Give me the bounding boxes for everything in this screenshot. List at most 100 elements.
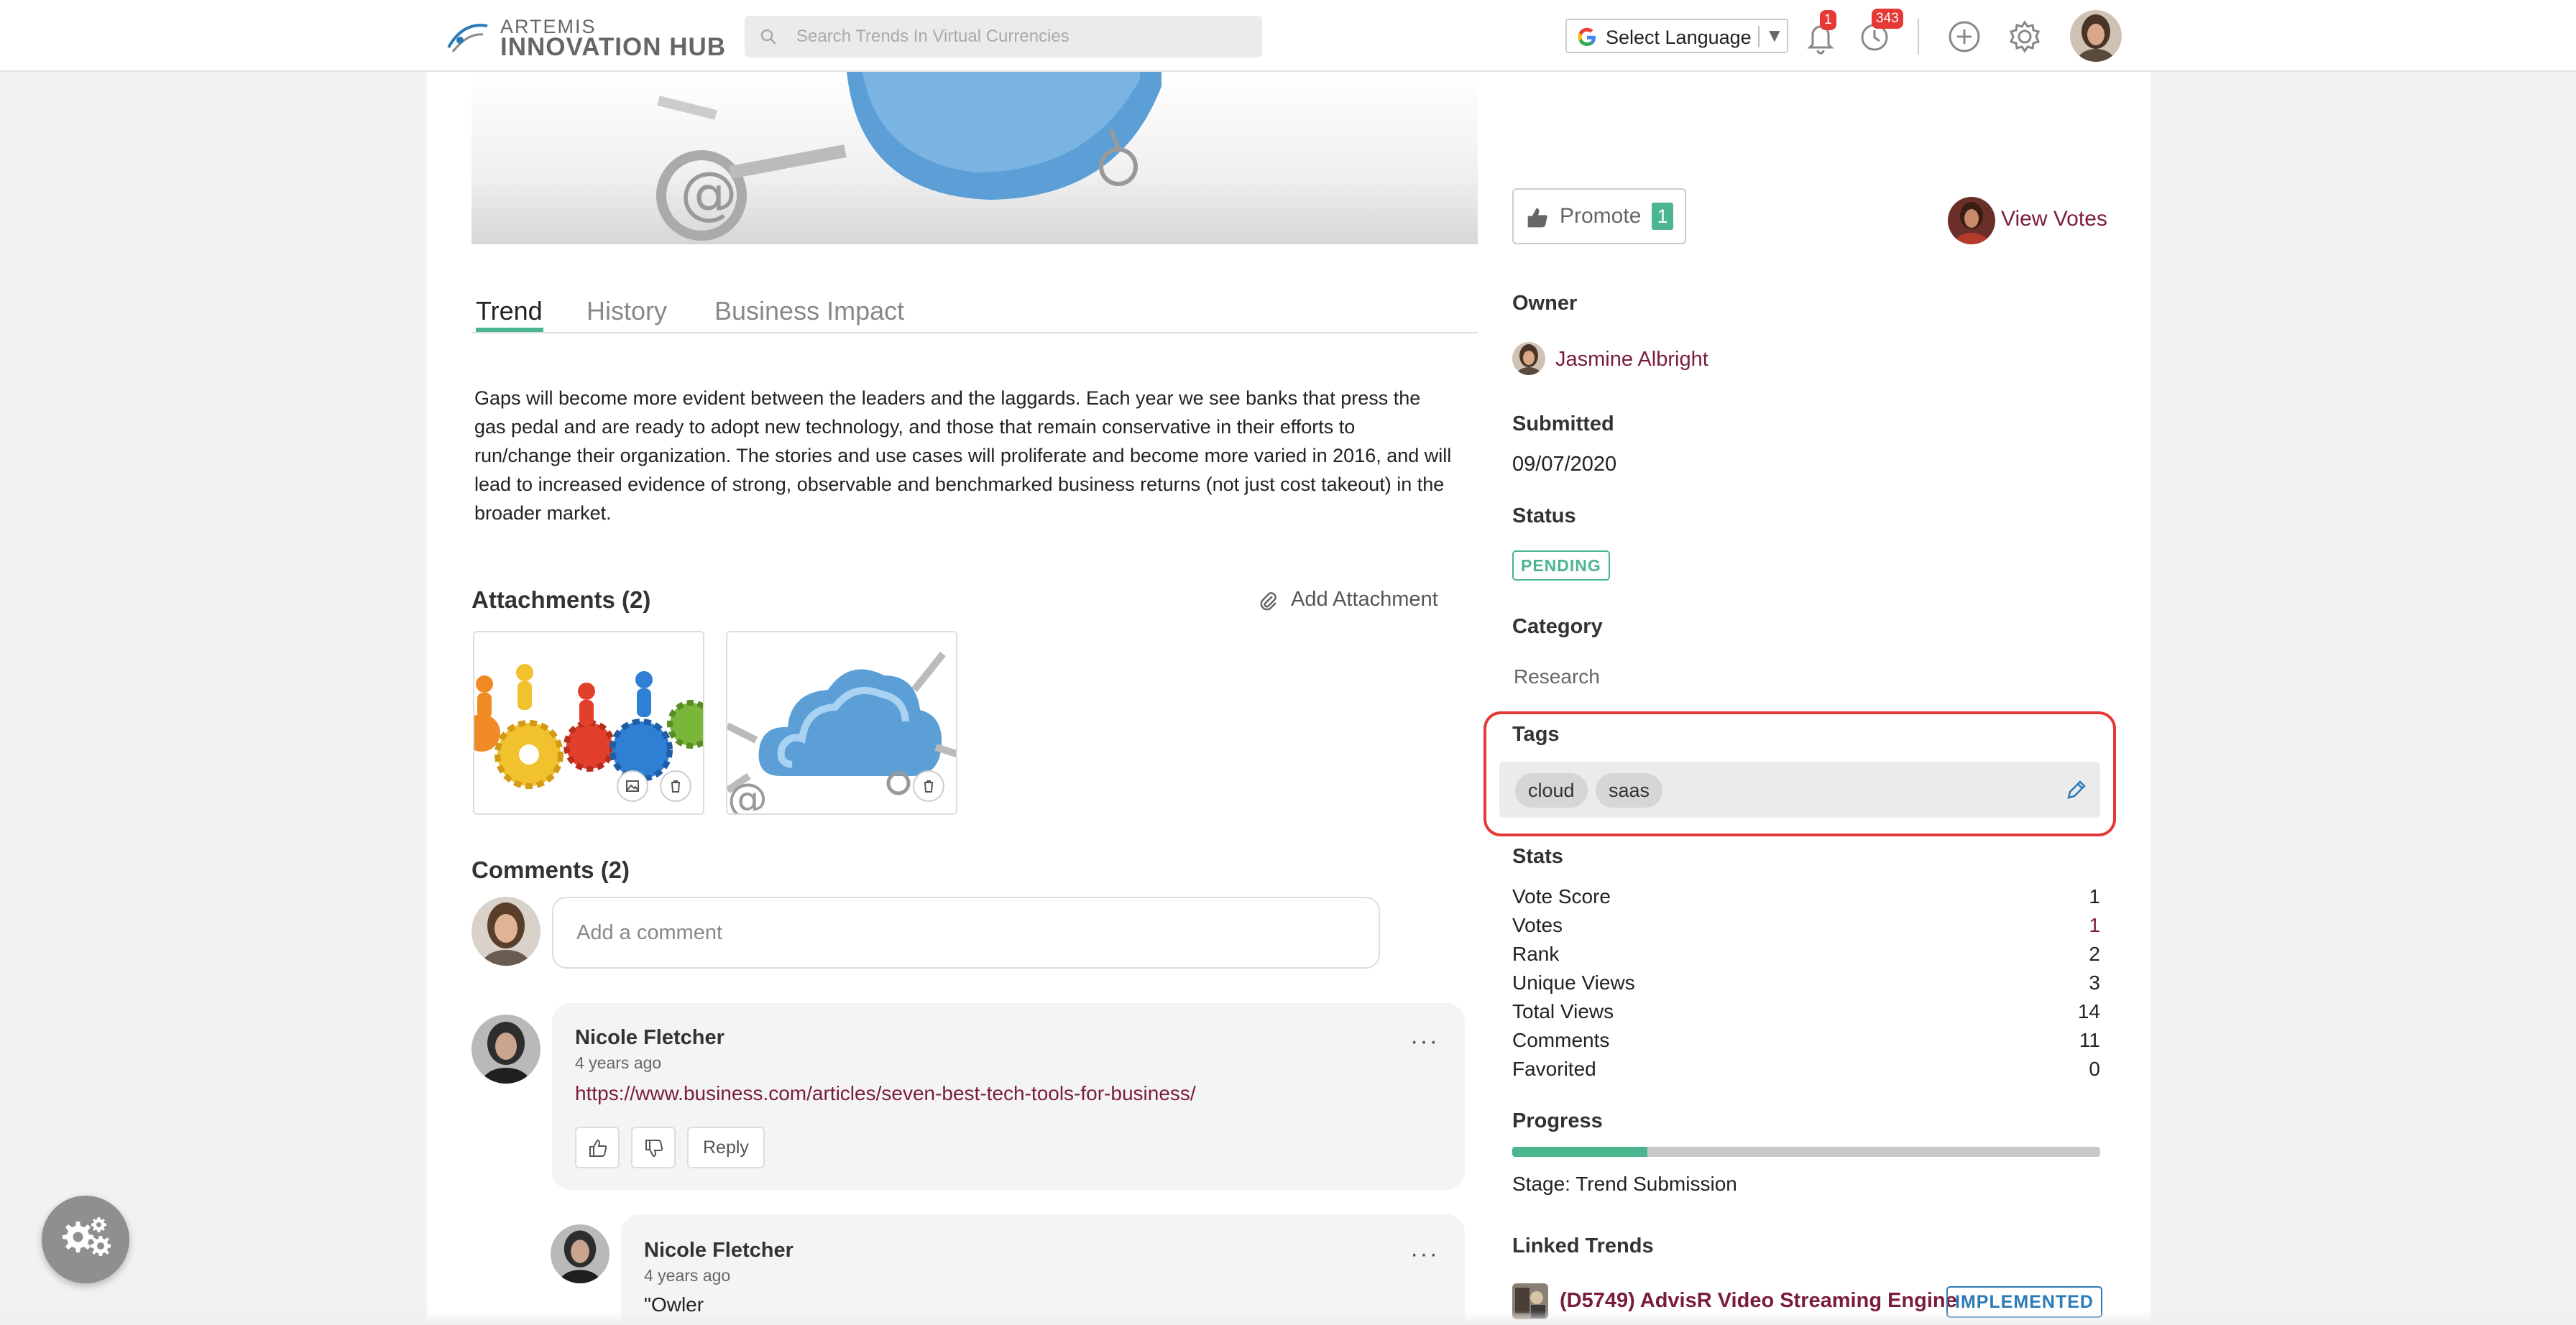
progress-bar: [1512, 1147, 2100, 1157]
tag-chip[interactable]: cloud: [1515, 773, 1588, 808]
paperclip-icon: [1260, 592, 1276, 611]
stats-label: Stats: [1512, 845, 1563, 868]
tab-history[interactable]: History: [586, 296, 667, 326]
comment-author-avatar[interactable]: [472, 1015, 540, 1084]
reply-author-name[interactable]: Nicole Fletcher: [644, 1239, 794, 1262]
comment-reply-button[interactable]: Reply: [687, 1127, 765, 1168]
promote-label: Promote: [1560, 204, 1642, 228]
search-input[interactable]: [796, 16, 1242, 57]
svg-text:@: @: [680, 160, 737, 226]
comment-author-name[interactable]: Nicole Fletcher: [575, 1026, 724, 1050]
top-header: ARTEMIS INNOVATION HUB Select Language ▼…: [0, 0, 2576, 72]
stat-value: 1: [2089, 885, 2100, 908]
comment-more-menu[interactable]: ···: [1410, 1028, 1439, 1056]
tab-business-impact[interactable]: Business Impact: [714, 296, 904, 326]
tags-field[interactable]: cloud saas: [1499, 762, 2100, 818]
linked-trend-link[interactable]: (D5749) AdvisR Video Streaming Engine: [1560, 1289, 1957, 1313]
stat-row-unique-views: Unique Views 3: [1512, 971, 2100, 1000]
thumbs-up-icon: [1527, 208, 1547, 228]
stat-row-vote-score: Vote Score 1: [1512, 885, 2100, 914]
active-tab-indicator: [476, 328, 543, 332]
comment-author-avatar-image: [472, 1015, 540, 1084]
add-button[interactable]: [1946, 19, 1982, 55]
view-votes-link[interactable]: View Votes: [2001, 207, 2107, 231]
plus-circle-icon: [1949, 21, 1980, 52]
owner-avatar: [1512, 342, 1545, 375]
stat-value: 14: [2077, 1000, 2100, 1022]
progress-label: Progress: [1512, 1109, 1603, 1132]
stage-text: Stage: Trend Submission: [1512, 1173, 1737, 1195]
attachments-title: Attachments (2): [472, 586, 651, 613]
promote-button[interactable]: Promote 1: [1512, 188, 1686, 244]
brand-logo[interactable]: ARTEMIS INNOVATION HUB: [446, 13, 725, 61]
artemis-swoosh-icon: [447, 24, 488, 52]
category-label: Category: [1512, 615, 1603, 638]
search-icon: [760, 29, 776, 45]
owner-label: Owner: [1512, 292, 1578, 315]
trash-icon: [924, 780, 933, 793]
linked-trends-label: Linked Trends: [1512, 1234, 1654, 1257]
pencil-icon[interactable]: [2064, 777, 2089, 802]
gear-icon: [2009, 20, 2041, 53]
notifications-button[interactable]: 1: [1804, 10, 1837, 55]
settings-button[interactable]: [2007, 19, 2043, 55]
submitted-label: Submitted: [1512, 412, 1614, 435]
stat-value: 0: [2089, 1058, 2100, 1080]
stat-value: 2: [2089, 943, 2100, 965]
activity-button[interactable]: 343: [1857, 9, 1903, 55]
bottom-fade: [0, 1311, 2576, 1325]
trend-description: Gaps will become more evident between th…: [474, 387, 1452, 524]
trash-icon: [671, 780, 680, 793]
stat-value: 3: [2089, 971, 2100, 994]
stat-label: Favorited: [1512, 1058, 1596, 1080]
stat-label: Vote Score: [1512, 885, 1611, 908]
delete-attachment-button[interactable]: [913, 770, 944, 802]
reply-author-avatar[interactable]: [551, 1224, 610, 1283]
svg-text:@: @: [727, 775, 768, 815]
cloud-illustration: @: [656, 72, 1162, 241]
thumbs-up-icon: [589, 1139, 607, 1157]
promote-count: 1: [1652, 203, 1673, 230]
user-avatar[interactable]: [2070, 10, 2122, 62]
search-bar[interactable]: [745, 16, 1262, 57]
owner-avatar-image: [1512, 342, 1545, 375]
tag-chip[interactable]: saas: [1596, 773, 1663, 808]
status-label: Status: [1512, 504, 1576, 527]
image-icon: [626, 780, 639, 792]
reply-author-avatar-image: [551, 1224, 610, 1283]
language-divider: [1758, 26, 1760, 47]
tags-label: Tags: [1512, 723, 1560, 746]
attachment-thumbnail-gears[interactable]: [473, 631, 704, 815]
comment-upvote-button[interactable]: [575, 1127, 620, 1168]
current-user-avatar: [472, 897, 540, 966]
stat-label: Unique Views: [1512, 971, 1635, 994]
set-cover-button[interactable]: [617, 770, 648, 802]
voter-avatar: [1948, 197, 1995, 244]
delete-attachment-button[interactable]: [660, 770, 691, 802]
stat-label: Rank: [1512, 943, 1560, 965]
progress-bar-fill: [1512, 1147, 1648, 1157]
attachment-thumbnail-cloud[interactable]: @: [726, 631, 957, 815]
stat-label: Comments: [1512, 1029, 1610, 1051]
user-avatar-image: [2070, 10, 2122, 62]
language-select[interactable]: Select Language ▼: [1565, 19, 1788, 53]
tab-trend[interactable]: Trend: [476, 296, 543, 326]
google-g-icon: [1578, 27, 1596, 46]
comment-card: Nicole Fletcher 4 years ago https://www.…: [552, 1003, 1465, 1190]
gears-icon: [63, 1217, 111, 1256]
comment-downvote-button[interactable]: [631, 1127, 676, 1168]
category-value: Research: [1514, 665, 1600, 688]
reply-more-menu[interactable]: ···: [1410, 1240, 1439, 1268]
stat-value-votes-link[interactable]: 1: [2089, 914, 2100, 937]
trend-tabs: Trend History Business Impact: [472, 290, 1478, 333]
reply-card: Nicole Fletcher 4 years ago "Owler ···: [621, 1214, 1465, 1325]
notifications-badge: 1: [1820, 10, 1836, 30]
chevron-down-icon: ▼: [1765, 24, 1784, 46]
stat-label: Total Views: [1512, 1000, 1614, 1022]
comment-link[interactable]: https://www.business.com/articles/seven-…: [575, 1082, 1196, 1105]
floating-settings-button[interactable]: [42, 1196, 129, 1283]
activity-badge: 343: [1872, 9, 1903, 29]
stat-row-rank: Rank 2: [1512, 943, 2100, 971]
add-comment-input[interactable]: [552, 897, 1380, 969]
owner-name-link[interactable]: Jasmine Albright: [1555, 348, 1708, 371]
